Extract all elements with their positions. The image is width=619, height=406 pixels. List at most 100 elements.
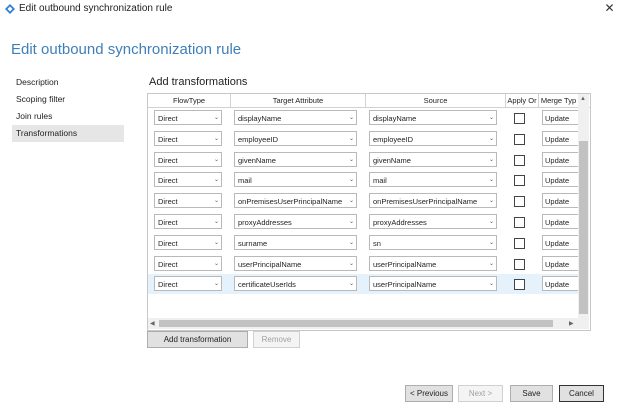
- chevron-down-icon: ⌄: [213, 135, 219, 142]
- apply-once-checkbox[interactable]: [514, 237, 525, 249]
- target-attribute-dropdown[interactable]: userPrincipalName ⌄: [234, 255, 357, 271]
- source-dropdown-value: employeeID: [373, 134, 414, 144]
- target-attribute-dropdown[interactable]: surname ⌄: [234, 234, 357, 250]
- source-dropdown[interactable]: userPrincipalName ⌄: [369, 255, 497, 271]
- nav-item-scoping-filter[interactable]: Scoping filter: [12, 91, 124, 108]
- chevron-down-icon: ⌄: [213, 177, 219, 184]
- target-attribute-dropdown[interactable]: employeeID ⌄: [234, 130, 357, 146]
- target-attribute-dropdown-value: onPremisesUserPrincipalName: [238, 197, 343, 207]
- flowtype-dropdown[interactable]: Direct ⌄: [154, 193, 222, 209]
- flowtype-dropdown[interactable]: Direct ⌄: [154, 151, 222, 167]
- target-attribute-dropdown[interactable]: proxyAddresses ⌄: [234, 214, 357, 229]
- flowtype-dropdown-value: Direct: [158, 134, 178, 144]
- table-row[interactable]: Direct ⌄ surname ⌄ sn ⌄ Update: [148, 233, 588, 253]
- source-dropdown[interactable]: givenName ⌄: [369, 151, 497, 167]
- source-dropdown-value: onPremisesUserPrincipalName: [373, 197, 478, 207]
- flowtype-dropdown[interactable]: Direct ⌄: [154, 172, 222, 188]
- table-row[interactable]: Direct ⌄ proxyAddresses ⌄ proxyAddresses ⌄ Upd…: [148, 212, 588, 232]
- flowtype-dropdown-value: Direct: [158, 280, 178, 290]
- chevron-down-icon: ⌄: [348, 239, 354, 246]
- table-row[interactable]: Direct ⌄ displayName ⌄ displayName ⌄ Update: [148, 108, 588, 128]
- flowtype-dropdown[interactable]: Direct ⌄: [154, 276, 222, 292]
- col-header-flowtype[interactable]: FlowType: [148, 94, 231, 107]
- apply-once-checkbox[interactable]: [514, 258, 525, 270]
- chevron-down-icon: ⌄: [213, 239, 219, 246]
- wizard-nav: Description Scoping filter Join rules Tr…: [12, 74, 124, 142]
- scroll-up-icon[interactable]: ▲: [580, 96, 586, 102]
- chevron-down-icon: ⌄: [488, 260, 494, 267]
- source-dropdown-value: proxyAddresses: [373, 218, 427, 227]
- col-header-target-attribute[interactable]: Target Attribute: [231, 94, 366, 107]
- scroll-left-icon[interactable]: ◀: [150, 320, 155, 327]
- source-dropdown[interactable]: sn ⌄: [369, 234, 497, 250]
- apply-once-checkbox[interactable]: [514, 175, 525, 187]
- source-dropdown[interactable]: userPrincipalName ⌄: [369, 276, 497, 292]
- col-header-merge-type[interactable]: Merge Typ: [539, 94, 578, 107]
- target-attribute-dropdown-value: givenName: [238, 155, 276, 165]
- source-dropdown-value: userPrincipalName: [373, 280, 437, 290]
- apply-once-checkbox[interactable]: [514, 279, 525, 291]
- title-bar: Edit outbound synchronization rule ✕: [0, 0, 619, 20]
- flowtype-dropdown-value: Direct: [158, 218, 178, 227]
- apply-once-checkbox[interactable]: [514, 133, 525, 145]
- flowtype-dropdown-value: Direct: [158, 155, 178, 165]
- source-dropdown[interactable]: displayName ⌄: [369, 110, 497, 125]
- source-dropdown[interactable]: onPremisesUserPrincipalName ⌄: [369, 193, 497, 209]
- previous-button[interactable]: < Previous: [405, 385, 453, 402]
- horizontal-scroll-thumb[interactable]: [159, 320, 553, 327]
- chevron-down-icon: ⌄: [213, 156, 219, 163]
- apply-once-checkbox[interactable]: [514, 154, 525, 166]
- flowtype-dropdown[interactable]: Direct ⌄: [154, 110, 222, 125]
- close-button[interactable]: ✕: [600, 0, 619, 18]
- target-attribute-dropdown-value: displayName: [238, 114, 282, 123]
- nav-item-transformations[interactable]: Transformations: [12, 125, 124, 142]
- vertical-scrollbar[interactable]: ▲: [578, 94, 589, 329]
- flowtype-dropdown-value: Direct: [158, 259, 178, 269]
- chevron-down-icon: ⌄: [213, 198, 219, 205]
- table-row[interactable]: Direct ⌄ onPremisesUserPrincipalName ⌄ onPre…: [148, 191, 588, 211]
- source-dropdown[interactable]: mail ⌄: [369, 172, 497, 188]
- flowtype-dropdown-value: Direct: [158, 176, 178, 186]
- target-attribute-dropdown[interactable]: onPremisesUserPrincipalName ⌄: [234, 193, 357, 209]
- flowtype-dropdown[interactable]: Direct ⌄: [154, 255, 222, 271]
- chevron-down-icon: ⌄: [488, 156, 494, 163]
- cancel-button[interactable]: Cancel: [559, 385, 604, 402]
- col-header-apply-once[interactable]: Apply Or: [506, 94, 539, 107]
- horizontal-scrollbar[interactable]: ◀ ▶: [148, 318, 578, 329]
- apply-once-checkbox[interactable]: [514, 217, 525, 228]
- table-row[interactable]: Direct ⌄ certificateUserIds ⌄ userPrincipalN…: [148, 274, 588, 295]
- flowtype-dropdown[interactable]: Direct ⌄: [154, 214, 222, 229]
- table-row[interactable]: Direct ⌄ mail ⌄ mail ⌄ Update: [148, 170, 588, 190]
- source-dropdown-value: givenName: [373, 155, 411, 165]
- remove-button[interactable]: Remove: [253, 331, 300, 348]
- apply-once-checkbox[interactable]: [514, 196, 525, 208]
- apply-once-checkbox[interactable]: [514, 113, 525, 124]
- table-row[interactable]: Direct ⌄ givenName ⌄ givenName ⌄ Update: [148, 150, 588, 170]
- next-button[interactable]: Next >: [458, 385, 503, 402]
- save-button[interactable]: Save: [510, 385, 553, 402]
- flowtype-dropdown[interactable]: Direct ⌄: [154, 234, 222, 250]
- table-row[interactable]: Direct ⌄ userPrincipalName ⌄ userPrincipalNa…: [148, 254, 588, 274]
- table-row[interactable]: Direct ⌄ employeeID ⌄ employeeID ⌄ Update: [148, 129, 588, 149]
- window-title: Edit outbound synchronization rule: [19, 3, 173, 14]
- chevron-down-icon: ⌄: [348, 115, 354, 121]
- transformations-grid: FlowType Target Attribute Source Apply O…: [147, 93, 591, 331]
- chevron-down-icon: ⌄: [348, 281, 354, 288]
- source-dropdown[interactable]: employeeID ⌄: [369, 130, 497, 146]
- flowtype-dropdown[interactable]: Direct ⌄: [154, 130, 222, 146]
- vertical-scroll-thumb[interactable]: [579, 141, 588, 314]
- scroll-right-icon[interactable]: ▶: [569, 320, 574, 327]
- target-attribute-dropdown[interactable]: givenName ⌄: [234, 151, 357, 167]
- source-dropdown[interactable]: proxyAddresses ⌄: [369, 214, 497, 229]
- target-attribute-dropdown[interactable]: displayName ⌄: [234, 110, 357, 125]
- chevron-down-icon: ⌄: [348, 135, 354, 142]
- chevron-down-icon: ⌄: [348, 156, 354, 163]
- nav-item-description[interactable]: Description: [12, 74, 124, 91]
- target-attribute-dropdown-value: certificateUserIds: [238, 280, 296, 290]
- add-transformation-button[interactable]: Add transformation: [147, 331, 248, 348]
- target-attribute-dropdown[interactable]: mail ⌄: [234, 172, 357, 188]
- target-attribute-dropdown-value: userPrincipalName: [238, 259, 302, 269]
- nav-item-join-rules[interactable]: Join rules: [12, 108, 124, 125]
- target-attribute-dropdown[interactable]: certificateUserIds ⌄: [234, 276, 357, 292]
- col-header-source[interactable]: Source: [366, 94, 506, 107]
